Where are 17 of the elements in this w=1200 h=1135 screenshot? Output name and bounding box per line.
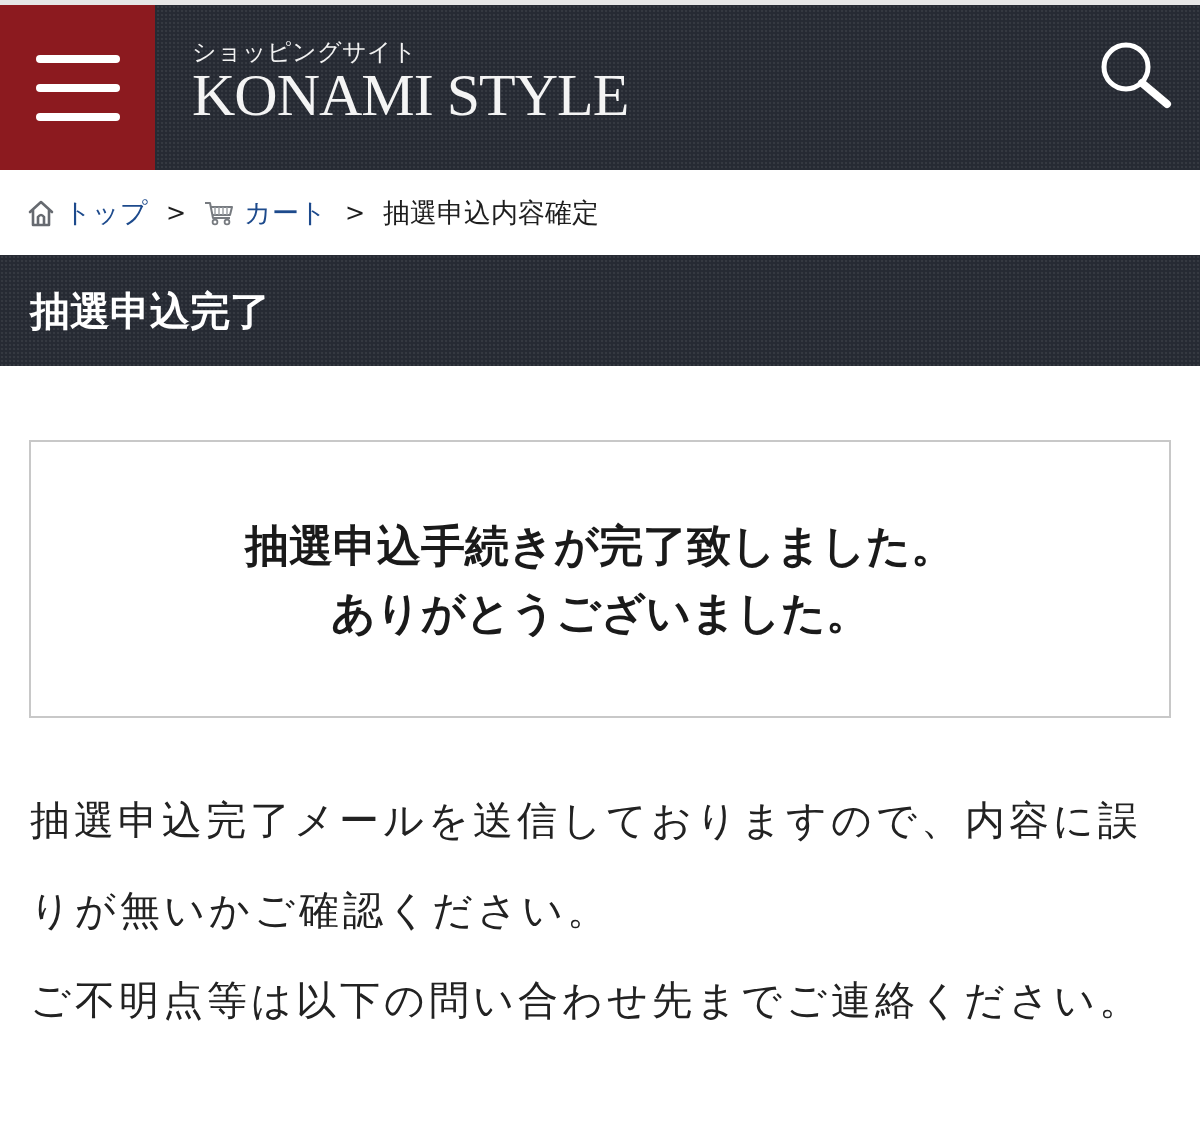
logo-text[interactable]: KONAMI STYLE — [192, 65, 629, 124]
body-text: ご不明点等は以下の問い合わせ先までご連絡ください。 — [30, 976, 1144, 1025]
breadcrumb-separator: > — [345, 198, 366, 227]
breadcrumb-current: 抽選申込内容確定 — [383, 195, 600, 230]
home-icon — [28, 198, 54, 227]
message-line: 抽選申込手続きが完了致しました。 — [245, 519, 955, 573]
breadcrumb-link[interactable]: トップ — [28, 194, 148, 231]
cart-icon — [204, 199, 235, 226]
page-title: 抽選申込完了 — [30, 286, 270, 335]
body-text: 抽選申込完了メールを送信しておりますので、内容に誤りが無いかご確認ください。 — [30, 796, 1143, 935]
message-line: ありがとうございました。 — [330, 586, 870, 640]
breadcrumb-link[interactable]: カート — [204, 194, 328, 231]
breadcrumb-separator: > — [166, 198, 187, 227]
site-label: ショッピングサイト — [192, 37, 417, 66]
menu-button[interactable] — [0, 5, 155, 170]
menu-icon — [35, 54, 120, 121]
search-icon[interactable] — [1100, 41, 1172, 109]
